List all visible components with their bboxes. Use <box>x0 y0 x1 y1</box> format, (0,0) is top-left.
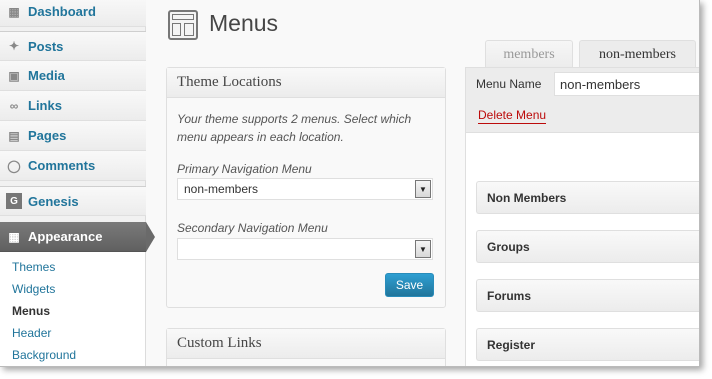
admin-sidebar: ▦ Dashboard ✦ Posts ▣ Media ∞ Links ▤ Pa… <box>0 0 146 366</box>
sidebar-item-posts[interactable]: ✦ Posts <box>0 31 146 61</box>
menu-editor: Menu Name non-members Delete Menu <box>465 67 699 366</box>
pages-icon: ▤ <box>8 128 20 143</box>
sidebar-item-appearance[interactable]: ▦ Appearance <box>0 222 146 252</box>
sidebar-item-label: Appearance <box>28 229 103 244</box>
appearance-icon: ▦ <box>8 229 20 244</box>
current-menu-arrow <box>146 222 155 252</box>
menu-editor-header: Menu Name non-members Delete Menu <box>466 68 699 133</box>
sidebar-item-label: Media <box>28 68 65 83</box>
sidebar-item-media[interactable]: ▣ Media <box>0 61 146 91</box>
theme-locations-box: Theme Locations Your theme supports 2 me… <box>166 67 446 308</box>
sidebar-item-label: Posts <box>28 38 64 54</box>
save-locations-button[interactable]: Save <box>385 273 434 297</box>
primary-nav-label: Primary Navigation Menu <box>177 162 312 176</box>
tab-members[interactable]: members <box>485 40 573 68</box>
page-title: Menus <box>209 10 279 36</box>
pushpin-icon: ✦ <box>8 39 20 53</box>
sidebar-item-label: Dashboard <box>28 4 96 19</box>
menu-name-label: Menu Name <box>476 77 542 91</box>
submenu-item-themes[interactable]: Themes <box>12 260 55 274</box>
secondary-nav-select[interactable]: ▼ <box>177 238 433 260</box>
sidebar-item-dashboard[interactable]: ▦ Dashboard <box>0 0 146 27</box>
admin-window: ▦ Dashboard ✦ Posts ▣ Media ∞ Links ▤ Pa… <box>0 0 700 367</box>
menu-item-groups[interactable]: Groups <box>476 230 699 263</box>
submenu-item-menus[interactable]: Menus <box>12 304 50 318</box>
custom-links-box: Custom Links <box>166 328 446 366</box>
sidebar-item-label: Comments <box>28 158 96 173</box>
comment-bubble-icon: ◯ <box>7 158 21 173</box>
submenu-item-header[interactable]: Header <box>12 326 51 340</box>
appearance-submenu: Themes Widgets Menus Header Background <box>0 252 146 366</box>
secondary-nav-label: Secondary Navigation Menu <box>177 221 328 235</box>
dropdown-arrow-icon[interactable]: ▼ <box>415 180 431 198</box>
tab-non-members[interactable]: non-members <box>579 40 696 69</box>
sidebar-item-genesis[interactable]: G Genesis <box>0 186 146 216</box>
primary-nav-select[interactable]: non-members ▼ <box>177 178 433 200</box>
menus-page-icon <box>168 10 198 40</box>
submenu-item-background[interactable]: Background <box>12 348 76 362</box>
primary-nav-value: non-members <box>184 182 259 196</box>
genesis-g-icon: G <box>6 193 22 209</box>
sidebar-item-pages[interactable]: ▤ Pages <box>0 121 146 151</box>
menu-item-register[interactable]: Register <box>476 328 699 361</box>
menu-name-input[interactable]: non-members <box>554 72 699 96</box>
dropdown-arrow-icon[interactable]: ▼ <box>415 240 431 258</box>
sidebar-item-label: Links <box>28 98 62 113</box>
submenu-item-widgets[interactable]: Widgets <box>12 282 55 296</box>
sidebar-item-links[interactable]: ∞ Links <box>0 91 146 121</box>
sidebar-item-label: Pages <box>28 128 67 143</box>
dashboard-icon: ▦ <box>8 4 20 19</box>
link-icon: ∞ <box>9 98 19 113</box>
menu-item-forums[interactable]: Forums <box>476 279 699 312</box>
custom-links-title[interactable]: Custom Links <box>167 329 445 359</box>
media-icon: ▣ <box>8 68 20 83</box>
delete-menu-link[interactable]: Delete Menu <box>478 108 547 124</box>
theme-locations-title: Theme Locations <box>167 68 445 98</box>
sidebar-item-label: Genesis <box>28 193 79 209</box>
sidebar-item-comments[interactable]: ◯ Comments <box>0 151 146 181</box>
menu-item-non-members[interactable]: Non Members <box>476 181 699 214</box>
theme-locations-help: Your theme supports 2 menus. Select whic… <box>177 112 412 144</box>
